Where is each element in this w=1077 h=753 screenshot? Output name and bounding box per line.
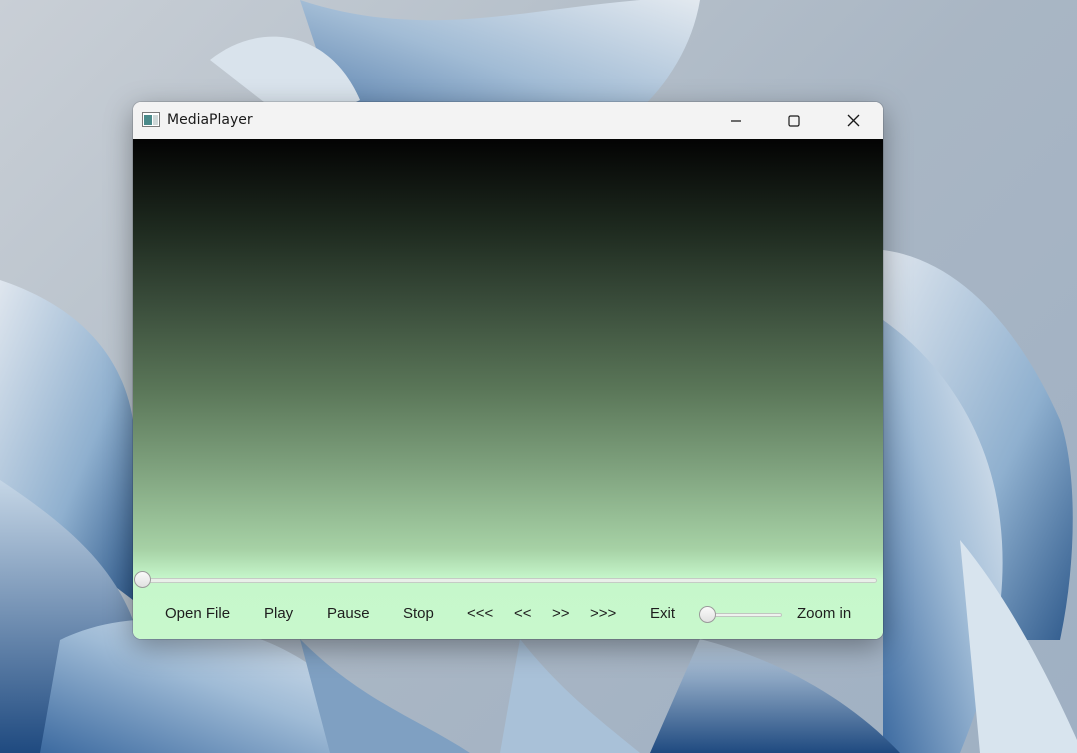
window-title: MediaPlayer [167,112,253,128]
minimize-button[interactable] [713,102,759,139]
exit-button[interactable]: Exit [650,605,675,622]
stop-button[interactable]: Stop [403,605,434,622]
play-button[interactable]: Play [264,605,293,622]
zoom-slider-thumb[interactable] [699,606,716,623]
pause-button[interactable]: Pause [327,605,370,622]
seek-slider-thumb[interactable] [134,571,151,588]
skip-forward-button[interactable]: >> [552,605,570,622]
open-file-button[interactable]: Open File [165,605,230,622]
close-icon [847,114,859,127]
app-window-icon [142,112,160,127]
video-area: Open File Play Pause Stop <<< << >> >>> … [133,139,883,639]
mediaplayer-window: MediaPlayer Open File Play Pause Stop <<… [133,102,883,639]
zoom-in-button[interactable]: Zoom in [797,605,851,622]
title-bar[interactable]: MediaPlayer [133,102,883,139]
skip-forward-far-button[interactable]: >>> [590,605,616,622]
zoom-slider-track[interactable] [706,613,782,617]
control-bar: Open File Play Pause Stop <<< << >> >>> … [133,601,883,629]
minimize-icon [731,119,741,122]
desktop-wallpaper: MediaPlayer Open File Play Pause Stop <<… [0,0,1077,753]
close-button[interactable] [830,102,876,139]
maximize-button[interactable] [771,102,817,139]
skip-back-far-button[interactable]: <<< [467,605,493,622]
skip-back-button[interactable]: << [514,605,532,622]
maximize-icon [788,114,800,127]
seek-slider-track[interactable] [139,578,877,583]
